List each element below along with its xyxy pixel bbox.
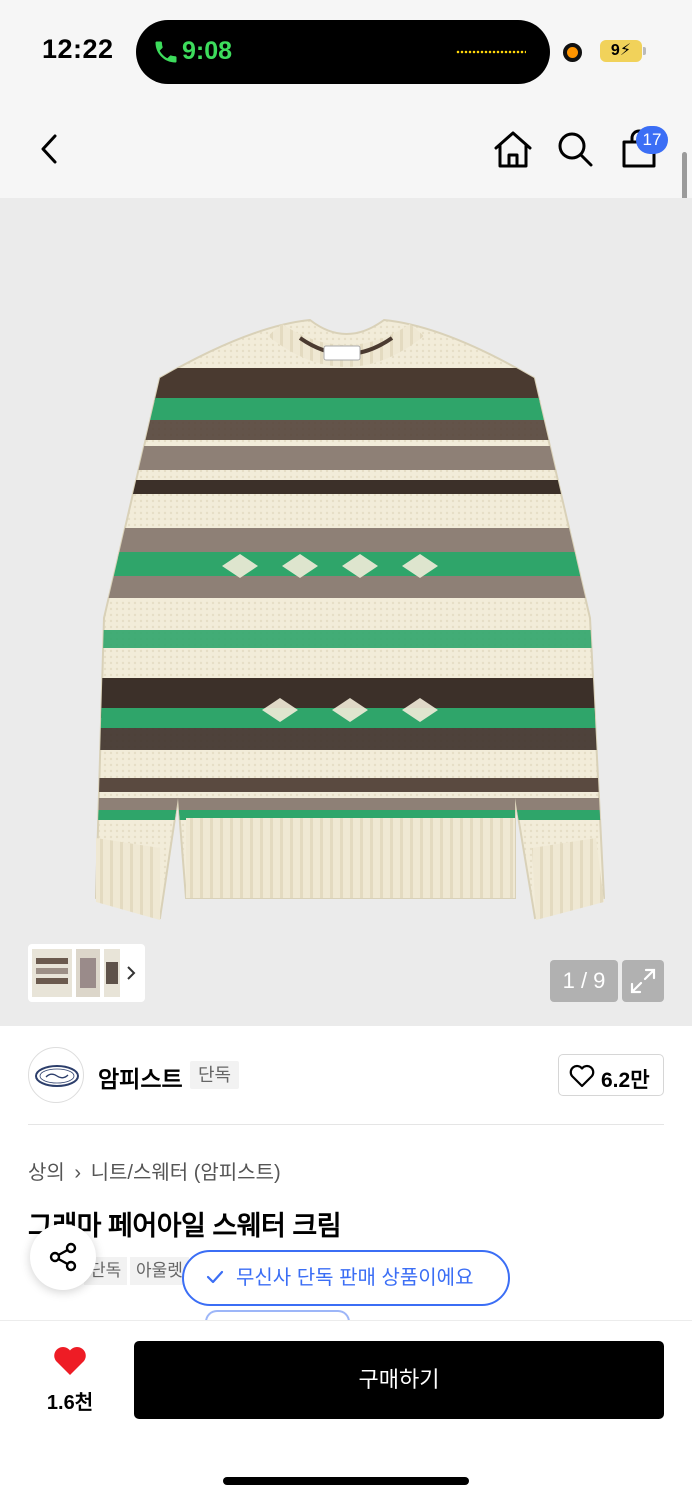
breadcrumb-subcategory[interactable]: 니트/스웨터 (암피스트) [91, 1156, 281, 1185]
sweater-image [94, 318, 606, 920]
brand-like-button[interactable]: 6.2만 [558, 1054, 664, 1096]
divider [28, 1124, 664, 1125]
breadcrumb: 상의 › 니트/스웨터 (암피스트) [28, 1156, 281, 1185]
thumbnail-images [32, 949, 136, 997]
product-image[interactable] [0, 198, 692, 1026]
recording-indicator-icon [563, 43, 582, 62]
phone-icon [155, 41, 177, 63]
audio-wave-icon [456, 50, 526, 54]
cart-count-badge: 17 [636, 126, 668, 154]
exclusive-toast: 무신사 단독 판매 상품이에요 [182, 1250, 510, 1306]
top-nav [0, 100, 692, 198]
product-tag-outlet: 아울렛 [130, 1257, 189, 1285]
toast-message: 무신사 단독 판매 상품이에요 [236, 1267, 474, 1289]
brand-like-count: 6.2만 [601, 1069, 650, 1092]
brand-name[interactable]: 암피스트 [98, 1060, 183, 1094]
image-counter: 1 / 9 [550, 960, 618, 1002]
heart-filled-icon[interactable] [52, 1345, 88, 1377]
brand-logo[interactable] [28, 1047, 84, 1103]
status-clock: 12:22 [42, 34, 114, 64]
search-icon[interactable] [552, 126, 598, 172]
expand-icon[interactable] [622, 960, 664, 1002]
battery-indicator: 9⚡ [600, 40, 642, 62]
call-duration: 9:08 [182, 37, 233, 65]
home-indicator[interactable] [223, 1477, 469, 1485]
check-icon [206, 1270, 224, 1284]
buy-button[interactable]: 구매하기 [134, 1341, 664, 1419]
dynamic-island[interactable]: 9:08 [136, 20, 550, 84]
share-icon [49, 1242, 77, 1272]
status-bar: 12:22 9:08 9⚡ [0, 0, 692, 100]
exclusive-tag: 단독 [190, 1061, 240, 1089]
battery-tip-icon [643, 47, 646, 55]
brand-logo-image [35, 1065, 79, 1087]
battery-level: 9 [610, 42, 620, 59]
wish-count: 1.6천 [46, 1392, 94, 1414]
share-button[interactable] [30, 1224, 96, 1290]
chevron-right-icon: › [74, 1162, 82, 1184]
heart-outline-icon [569, 1064, 595, 1088]
breadcrumb-category[interactable]: 상의 [28, 1156, 65, 1185]
thumbnail-strip[interactable] [28, 944, 145, 1002]
back-arrow-icon[interactable] [26, 126, 72, 172]
home-icon[interactable] [490, 126, 536, 172]
